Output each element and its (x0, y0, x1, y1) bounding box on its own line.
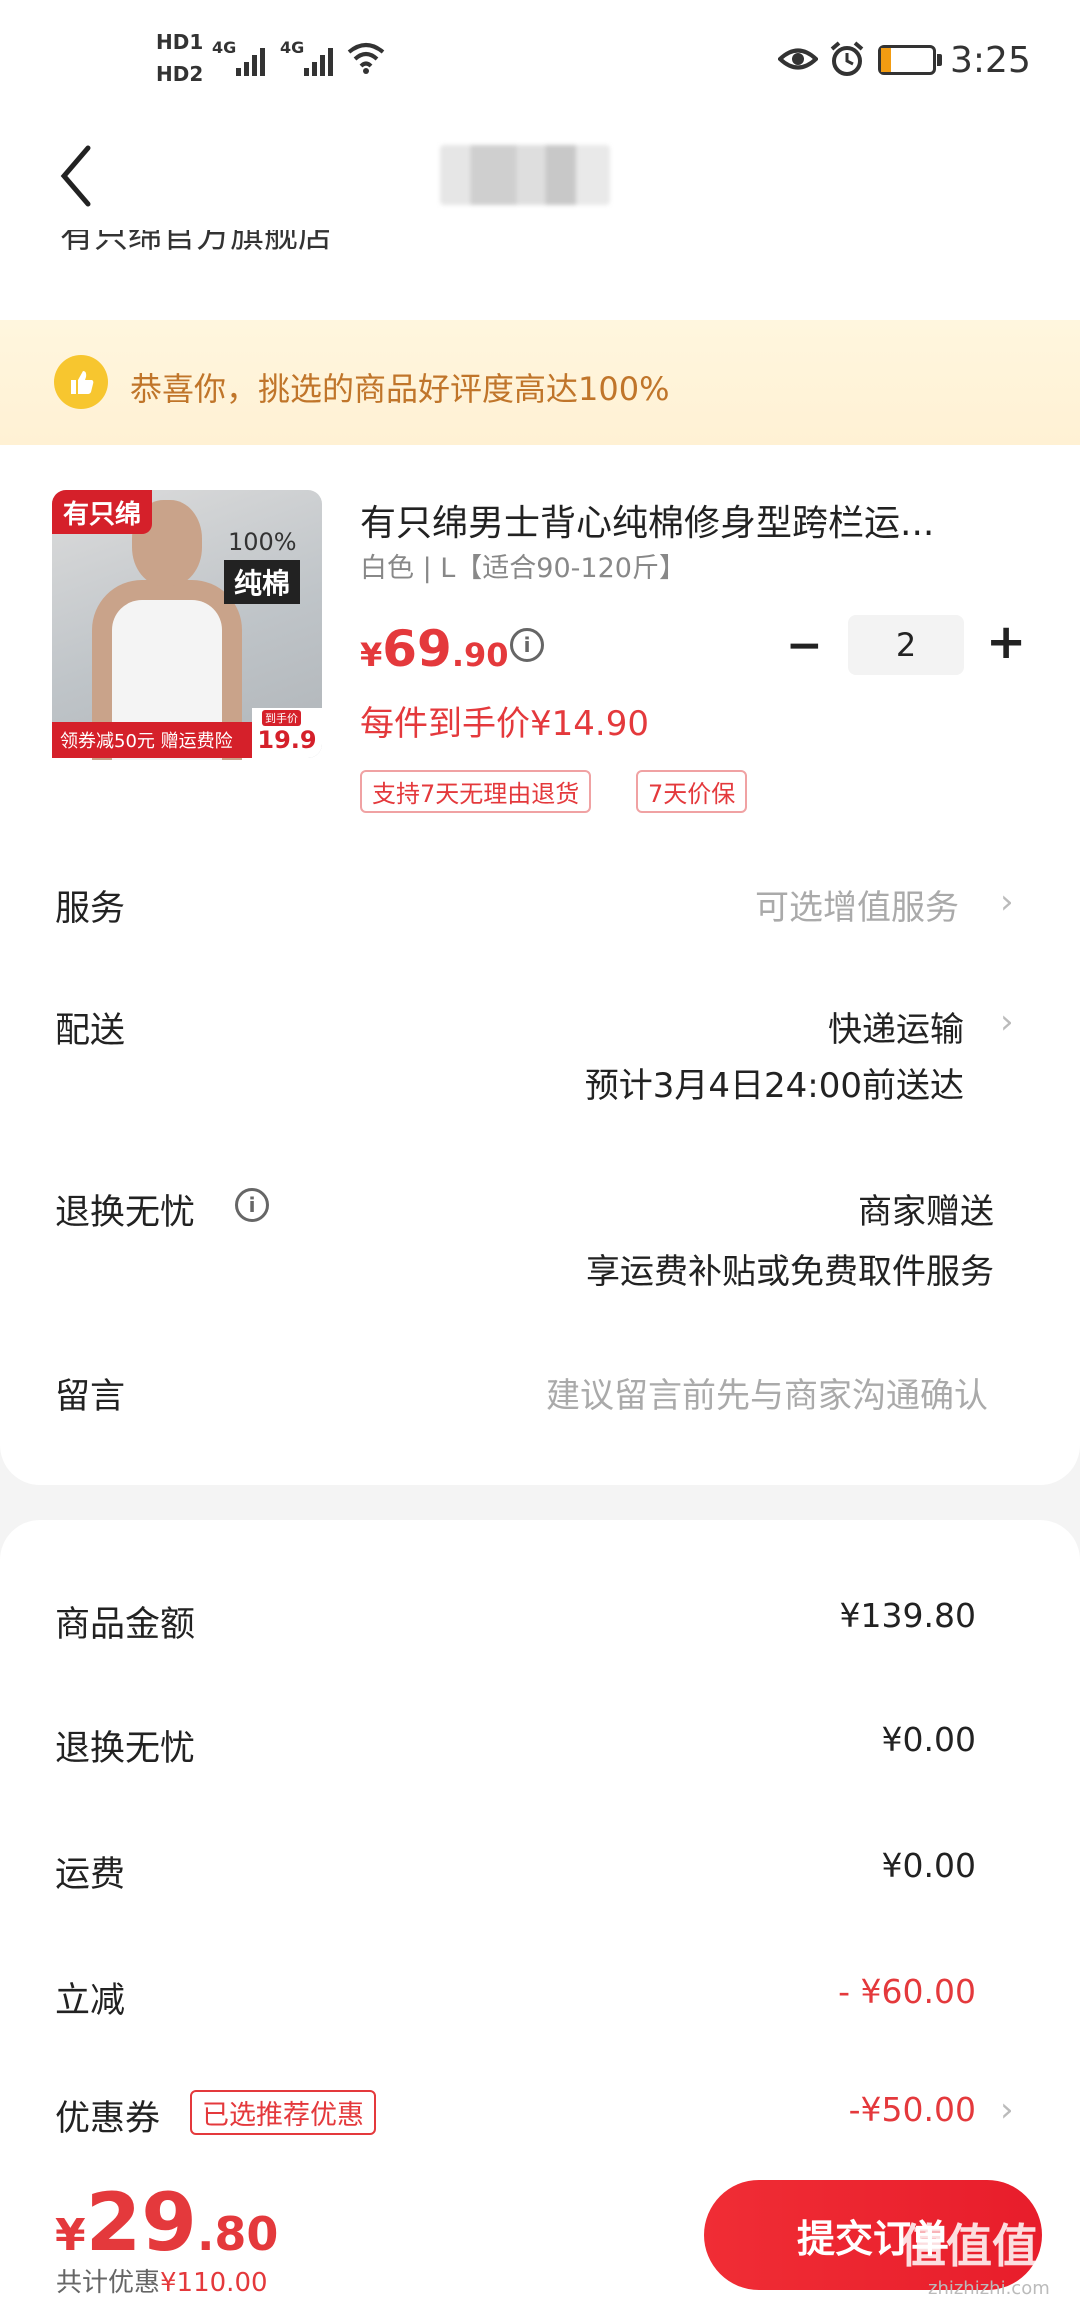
quantity-plus-button[interactable]: + (986, 614, 1026, 670)
return-label: 退换无忧 (55, 1193, 196, 1233)
return-fee-value: ¥0.00 (881, 1720, 976, 1759)
message-input[interactable]: 建议留言前先与商家沟通确认 (546, 1368, 988, 1417)
saving-value: ¥110.00 (160, 2268, 268, 2298)
shipping-value: ¥0.00 (881, 1846, 976, 1885)
delivery-eta: 预计3月4日24:00前送达 (584, 1066, 964, 1106)
tag-price-protect: 7天价保 (636, 770, 748, 813)
network2-label: 4G (280, 38, 305, 57)
quantity-minus-button[interactable]: − (786, 620, 823, 671)
image-coupon: 领券减50元 赠运费险 (52, 722, 252, 758)
price-int: 69 (382, 620, 452, 678)
coupon-tag[interactable]: 已选推荐优惠 (190, 2090, 376, 2135)
quantity-value[interactable]: 2 (848, 615, 964, 675)
thumbs-up-icon (54, 355, 108, 409)
store-row[interactable]: 有只绵官方旗舰店 (0, 230, 1080, 320)
goods-amount-value: ¥139.80 (839, 1596, 976, 1635)
image-material: 纯棉 (224, 560, 301, 604)
watermark: 值值值 (900, 2219, 1038, 2273)
service-label: 服务 (55, 889, 126, 929)
wifi-icon (347, 43, 385, 74)
price-dec: .90 (451, 636, 509, 674)
price-symbol: ¥ (360, 636, 383, 674)
goods-amount-label: 商品金额 (55, 1605, 196, 1645)
image-percent: 100% (228, 528, 297, 556)
saving-prefix: 共计优惠 (56, 2268, 161, 2298)
discount-value: - ¥60.00 (838, 1972, 976, 2011)
signal-icon (304, 48, 333, 76)
total-dec: .80 (196, 2207, 279, 2261)
eye-icon (778, 48, 818, 70)
tag-return: 支持7天无理由退货 (360, 770, 592, 813)
chevron-left-icon[interactable] (56, 144, 96, 208)
signal-icon (236, 48, 265, 76)
alarm-icon (830, 41, 864, 76)
chevron-right-icon[interactable]: › (1000, 1002, 1014, 1042)
total-symbol: ¥ (55, 2210, 86, 2261)
battery-tip (937, 54, 942, 66)
info-icon[interactable]: i (235, 1188, 269, 1222)
discount-label: 立减 (55, 1981, 126, 2021)
chevron-right-icon[interactable]: › (1000, 882, 1014, 922)
store-name: 有只绵官方旗舰店 (60, 230, 332, 256)
rating-banner-text: 恭喜你，挑选的商品好评度高达100% (130, 370, 670, 408)
message-label: 留言 (55, 1377, 126, 1417)
return-desc: 享运费补贴或免费取件服务 (586, 1252, 994, 1292)
product-price: ¥69.90 (360, 620, 509, 678)
return-fee-label: 退换无忧 (55, 1729, 196, 1769)
product-title[interactable]: 有只绵男士背心纯棉修身型跨栏运... (360, 494, 980, 546)
watermark-sub: zhizhizhi.com (928, 2278, 1050, 2299)
network1-label: 4G (212, 38, 237, 57)
return-value: 商家赠送 (858, 1192, 994, 1232)
brand-tag: 有只绵 (52, 490, 152, 534)
shipping-label: 运费 (55, 1855, 126, 1895)
unit-price: 每件到手价¥14.90 (360, 704, 649, 744)
total-price: ¥29.80 (55, 2176, 278, 2269)
clock: 3:25 (950, 40, 1031, 81)
info-icon[interactable]: i (510, 628, 544, 662)
battery-icon (878, 45, 936, 75)
image-final-price-label: 到手价 (262, 710, 301, 726)
coupon-label: 优惠券 (55, 2099, 161, 2139)
product-spec[interactable]: 白色 | L【适合90-120斤】 (360, 546, 686, 585)
chevron-right-icon[interactable]: › (1000, 2090, 1014, 2130)
total-int: 29 (85, 2176, 197, 2269)
coupon-value[interactable]: -¥50.00 (849, 2090, 976, 2129)
service-value[interactable]: 可选增值服务 (755, 880, 959, 929)
delivery-value[interactable]: 快递运输 (828, 1002, 964, 1051)
total-saving: 共计优惠¥110.00 (56, 2262, 268, 2299)
sim2-label: HD2 (156, 62, 204, 86)
page-title (440, 145, 610, 205)
delivery-label: 配送 (55, 1011, 126, 1051)
sim1-label: HD1 (156, 30, 204, 54)
